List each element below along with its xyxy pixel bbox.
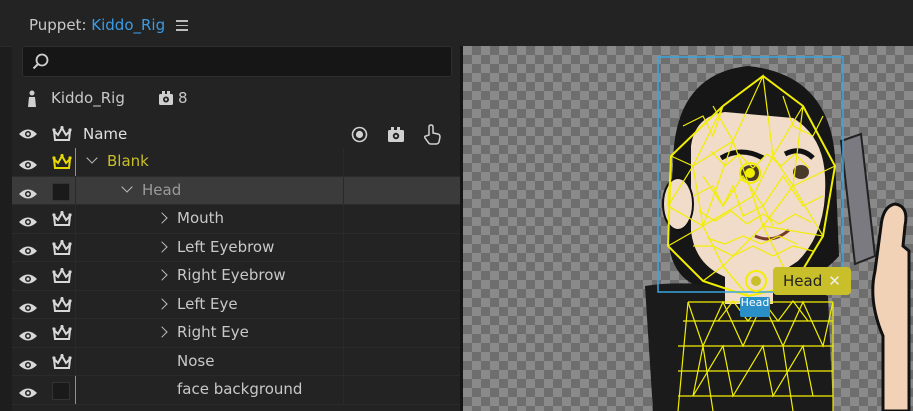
- handle-label-head[interactable]: Head: [740, 297, 770, 317]
- layer-row[interactable]: Head: [12, 176, 460, 205]
- column-divider: [343, 319, 344, 347]
- close-icon[interactable]: ✕: [828, 272, 841, 290]
- visibility-eye-icon[interactable]: [18, 327, 38, 346]
- layer-label: Head: [142, 180, 182, 199]
- column-divider: [75, 262, 76, 290]
- column-divider: [75, 319, 76, 347]
- column-divider: [75, 176, 76, 204]
- layer-label: Nose: [177, 351, 215, 370]
- puppet-canvas[interactable]: Head ✕ Head: [463, 46, 913, 411]
- record-column-icon[interactable]: [351, 126, 368, 143]
- chevron-down-icon[interactable]: [86, 152, 98, 164]
- puppet-name: Kiddo_Rig: [51, 89, 125, 107]
- chevron-right-icon[interactable]: [156, 212, 168, 224]
- layer-row[interactable]: face background: [12, 376, 460, 405]
- hamburger-menu-icon[interactable]: [176, 20, 188, 31]
- layer-row[interactable]: Nose: [12, 347, 460, 376]
- chevron-right-icon[interactable]: [156, 269, 168, 281]
- chevron-down-icon[interactable]: [121, 180, 133, 193]
- name-column-header[interactable]: Name: [83, 125, 127, 143]
- puppet-icon: [28, 90, 36, 107]
- visibility-eye-icon[interactable]: [18, 242, 38, 261]
- handle-tag-label: Head: [783, 272, 823, 290]
- column-divider: [343, 262, 344, 290]
- search-input[interactable]: [22, 46, 452, 77]
- puppet-name-link[interactable]: Kiddo_Rig: [91, 16, 165, 34]
- character-artwork: [645, 56, 911, 411]
- crown-column-icon[interactable]: [52, 126, 72, 144]
- crown-toggle-box[interactable]: [52, 182, 70, 201]
- column-divider: [343, 205, 344, 233]
- visibility-eye-icon[interactable]: [18, 213, 38, 232]
- puppet-summary: Kiddo_Rig 8: [12, 86, 460, 112]
- layer-label: Left Eye: [177, 294, 238, 313]
- layer-list: Blank Head Mouth Left Eyebrow Right Eyebrow L…: [12, 148, 460, 405]
- visibility-eye-icon[interactable]: [18, 270, 38, 289]
- column-divider: [343, 290, 344, 318]
- handle-tag-head[interactable]: Head ✕: [773, 267, 851, 295]
- search-icon: [32, 53, 49, 70]
- crown-toggle-box[interactable]: [52, 382, 70, 400]
- chevron-right-icon[interactable]: [156, 240, 168, 253]
- crown-icon[interactable]: [52, 267, 72, 290]
- visibility-eye-icon[interactable]: [18, 299, 38, 318]
- column-divider: [75, 205, 76, 233]
- crown-icon[interactable]: [52, 210, 72, 233]
- layer-label: Right Eye: [177, 323, 249, 341]
- layer-row[interactable]: Left Eyebrow: [12, 233, 460, 262]
- column-divider: [343, 233, 344, 261]
- column-divider: [75, 233, 76, 261]
- column-divider: [75, 290, 76, 318]
- visibility-eye-icon[interactable]: [18, 356, 38, 375]
- chevron-right-icon[interactable]: [156, 326, 168, 338]
- layer-row[interactable]: Right Eye: [12, 319, 460, 348]
- camera-count: 8: [178, 89, 188, 107]
- crown-icon[interactable]: [52, 239, 72, 262]
- visibility-eye-icon[interactable]: [18, 156, 38, 175]
- column-divider: [343, 347, 344, 375]
- crown-icon[interactable]: [52, 153, 72, 176]
- camera-icon: [159, 91, 173, 105]
- column-divider: [343, 148, 344, 176]
- visibility-eye-icon[interactable]: [18, 384, 38, 403]
- crown-icon[interactable]: [52, 296, 72, 319]
- layer-label: face background: [177, 380, 303, 398]
- layer-label: Mouth: [177, 209, 225, 227]
- layer-row[interactable]: Left Eye: [12, 290, 460, 319]
- puppet-panel: Kiddo_Rig 8 Name Blank Head Mouth Left Eyeb…: [12, 46, 460, 411]
- column-divider: [343, 376, 344, 404]
- layer-label: Right Eyebrow: [177, 266, 286, 284]
- layer-label: Left Eyebrow: [177, 237, 275, 256]
- chevron-right-icon[interactable]: [156, 297, 168, 310]
- column-divider: [343, 176, 344, 204]
- panel-title-prefix: Puppet:: [29, 16, 92, 34]
- layer-label: Blank: [107, 152, 149, 170]
- panel-title: Puppet: Kiddo_Rig: [29, 16, 165, 34]
- crown-icon[interactable]: [52, 324, 72, 347]
- eye-column-icon[interactable]: [18, 128, 38, 140]
- column-divider: [75, 148, 76, 176]
- visibility-eye-icon[interactable]: [18, 185, 38, 204]
- layer-row[interactable]: Right Eyebrow: [12, 262, 460, 291]
- touch-column-icon[interactable]: [422, 124, 442, 145]
- layer-row[interactable]: Blank: [12, 148, 460, 177]
- layer-row[interactable]: Mouth: [12, 205, 460, 234]
- column-divider: [75, 347, 76, 375]
- column-header: Name: [12, 120, 460, 148]
- crown-icon[interactable]: [52, 353, 72, 376]
- camera-column-icon[interactable]: [387, 126, 405, 143]
- column-divider: [75, 376, 76, 404]
- panel-header: Puppet: Kiddo_Rig: [0, 0, 913, 47]
